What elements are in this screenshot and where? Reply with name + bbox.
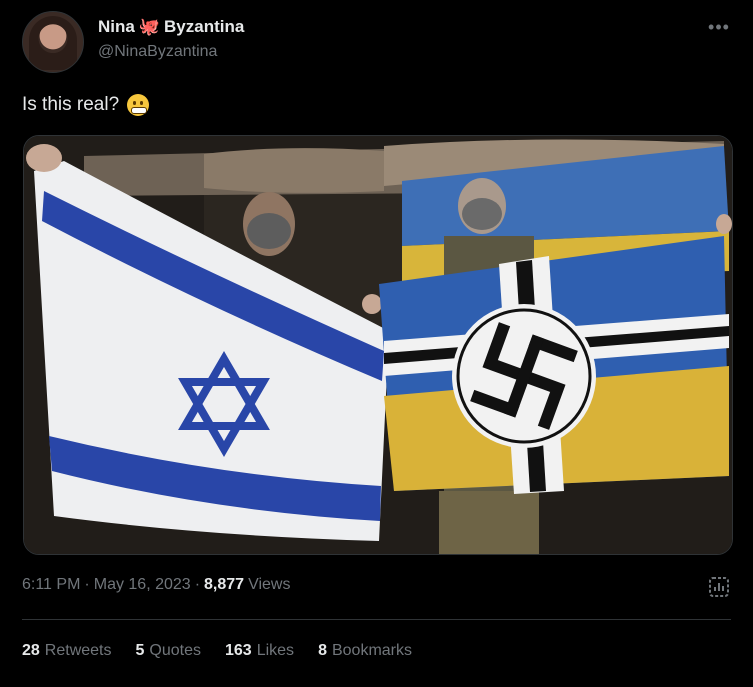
photo-image (24, 136, 732, 554)
meta-separator-2: · (194, 576, 201, 593)
likes-label: Likes (256, 642, 295, 659)
more-dots-icon: ••• (708, 16, 730, 37)
avatar[interactable] (22, 11, 84, 73)
display-name-first: Nina (98, 17, 135, 36)
retweets-stat[interactable]: 28 Retweets (22, 642, 112, 660)
meta-separator: · (84, 576, 90, 593)
octopus-icon: 🐙 (138, 17, 161, 36)
quotes-label: Quotes (149, 642, 201, 659)
analytics-button[interactable] (706, 574, 732, 600)
divider (22, 619, 731, 620)
likes-stat[interactable]: 163 Likes (225, 642, 294, 660)
tweet-text-content: Is this real? (22, 94, 120, 115)
likes-count: 163 (225, 642, 252, 659)
bookmarks-stat[interactable]: 8 Bookmarks (318, 642, 412, 660)
display-name-last: Byzantina (164, 17, 245, 36)
quotes-stat[interactable]: 5 Quotes (136, 642, 202, 660)
quotes-count: 5 (135, 642, 145, 659)
bookmarks-label: Bookmarks (331, 642, 412, 659)
avatar-hair (29, 16, 77, 70)
user-handle[interactable]: @NinaByzantina (98, 43, 217, 61)
tweet-meta: 6:11 PM · May 16, 2023 · 8,877 Views (22, 576, 290, 594)
views-count: 8,877 (204, 576, 245, 593)
display-name[interactable]: Nina 🐙 Byzantina (98, 17, 244, 37)
retweets-label: Retweets (44, 642, 112, 659)
tweet-time[interactable]: 6:11 PM (22, 576, 80, 594)
tweet-text: Is this real? (22, 94, 150, 116)
more-options-button[interactable]: ••• (706, 14, 732, 40)
grimacing-face-icon (127, 94, 150, 116)
tweet-media-photo[interactable] (23, 135, 733, 555)
retweets-count: 28 (22, 642, 40, 659)
bookmarks-count: 8 (318, 642, 327, 659)
engagement-stats: 28 Retweets 5 Quotes 163 Likes 8 Bookmar… (22, 642, 412, 660)
views-label: Views (248, 576, 291, 593)
analytics-icon (709, 577, 729, 597)
tweet-date[interactable]: May 16, 2023 (94, 576, 191, 594)
